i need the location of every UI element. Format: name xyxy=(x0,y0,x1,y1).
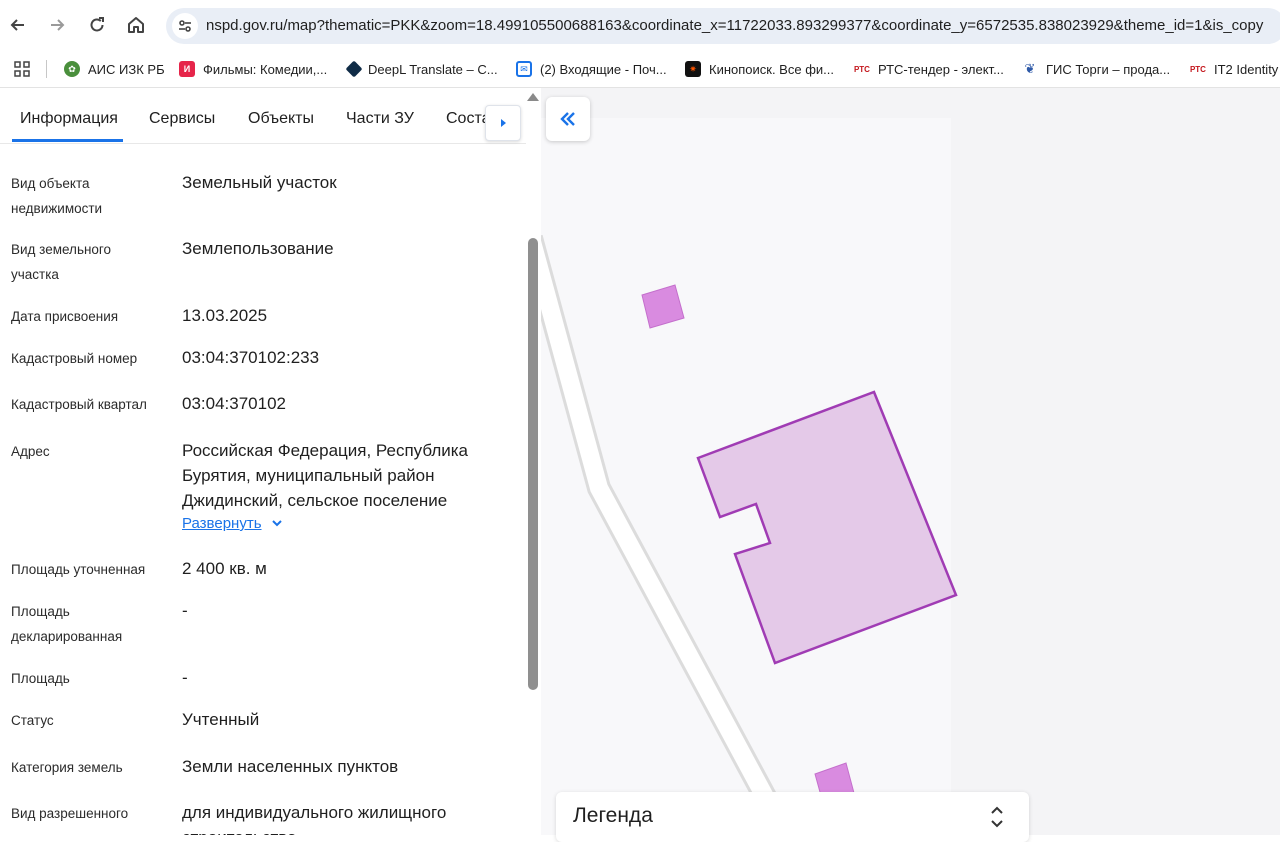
bookmark-0[interactable]: ✿ АИС ИЗК РБ xyxy=(64,57,165,81)
bookmark-7[interactable]: РТС IT2 Identity xyxy=(1190,57,1278,81)
label-assign-date: Дата присвоения xyxy=(11,309,119,324)
value-status: Учтенный xyxy=(182,710,260,729)
bookmarks-bar: ✿ АИС ИЗК РБ И Фильмы: Комедии,... DeepL… xyxy=(0,50,1280,88)
apps-button[interactable] xyxy=(14,57,30,81)
home-icon xyxy=(128,17,144,33)
forward-button[interactable] xyxy=(44,12,70,38)
bookmark-label: ГИС Торги – прода... xyxy=(1046,61,1171,77)
bookmark-3[interactable]: ✉ (2) Входящие - Поч... xyxy=(516,57,667,81)
value-area-specified: 2 400 кв. м xyxy=(182,559,267,578)
rts-icon: РТС xyxy=(854,64,870,74)
kinopoisk-icon: ✷ xyxy=(685,61,701,77)
value-cadastral-number[interactable]: 03:04:370102:233 xyxy=(182,345,512,370)
apps-grid-icon xyxy=(14,61,30,77)
label-status: Статус xyxy=(11,713,54,728)
leaf-emblem-icon: ✿ xyxy=(64,61,80,77)
url-text: nspd.gov.ru/map?thematic=PKK&zoom=18.499… xyxy=(206,17,1264,34)
value-area: - xyxy=(182,668,188,687)
map-layer xyxy=(541,118,958,835)
scroll-up-arrow[interactable] xyxy=(527,93,539,101)
ivi-icon: И xyxy=(179,61,195,77)
tab-objects[interactable]: Объекты xyxy=(248,110,314,128)
bookmark-label: Фильмы: Комедии,... xyxy=(203,61,328,77)
rts-icon: РТС xyxy=(1190,64,1206,74)
home-button[interactable] xyxy=(123,12,149,38)
bookmark-label: DeepL Translate – C... xyxy=(368,61,498,77)
bookmark-1[interactable]: И Фильмы: Комедии,... xyxy=(179,57,327,81)
label-area-declared: Площадь декларированная xyxy=(11,604,123,644)
label-land-category: Категория земель xyxy=(11,760,123,775)
bookmark-4[interactable]: ✷ Кинопоиск. Все фи... xyxy=(685,57,834,81)
panel-tabs: Информация Сервисы Объекты Части ЗУ Сост… xyxy=(0,88,526,144)
bookmark-5[interactable]: РТС РТС-тендер - элект... xyxy=(854,57,1004,81)
label-cadastral-number: Кадастровый номер xyxy=(11,351,138,366)
tune-icon xyxy=(179,20,191,32)
label-parcel-type: Вид земельного участка xyxy=(11,242,112,282)
value-assign-date: 13.03.2025 xyxy=(182,306,268,325)
site-info-button[interactable] xyxy=(172,13,198,39)
expand-link[interactable]: Развернуть xyxy=(182,515,288,532)
label-object-type: Вид объекта недвижимости xyxy=(11,176,103,216)
tab-services[interactable]: Сервисы xyxy=(149,110,215,128)
legend-title: Легенда xyxy=(573,804,653,827)
map-canvas[interactable] xyxy=(541,88,1280,835)
label-address: Адрес xyxy=(11,444,50,459)
value-object-type: Земельный участок xyxy=(182,173,337,192)
label-area-specified: Площадь уточненная xyxy=(11,562,146,577)
bookmark-2[interactable]: DeepL Translate – C... xyxy=(345,57,498,81)
value-parcel-type: Землепользование xyxy=(182,239,334,258)
reload-button[interactable] xyxy=(84,12,110,38)
value-land-category: Земли населенных пунктов xyxy=(182,757,399,776)
deepl-icon xyxy=(345,60,363,78)
eagle-icon: ❦ xyxy=(1024,61,1036,76)
tab-composition[interactable]: Соста xyxy=(446,110,491,128)
reload-icon xyxy=(90,17,104,32)
arrow-right-icon xyxy=(51,19,65,31)
info-panel: Информация Сервисы Объекты Части ЗУ Сост… xyxy=(0,88,541,835)
bookmark-label: (2) Входящие - Поч... xyxy=(540,61,667,77)
label-cadastral-block: Кадастровый квартал xyxy=(11,397,147,412)
expand-label: Развернуть xyxy=(182,515,262,532)
collapse-panel-button[interactable] xyxy=(546,97,590,141)
value-area-declared: - xyxy=(182,601,188,620)
browser-toolbar: nspd.gov.ru/map?thematic=PKK&zoom=18.499… xyxy=(0,0,1280,50)
expand-collapse-icon[interactable] xyxy=(988,804,1006,830)
bookmark-6[interactable]: ❦ ГИС Торги – прода... xyxy=(1022,57,1171,81)
active-tab-indicator xyxy=(12,139,123,142)
label-permitted-use: Вид разрешенного xyxy=(11,806,129,821)
panel-scrollbar[interactable] xyxy=(528,238,538,690)
tab-parcel-parts[interactable]: Части ЗУ xyxy=(346,110,414,128)
double-chevron-left-icon xyxy=(560,112,575,126)
tabs-scroll-right-button[interactable] xyxy=(485,105,521,141)
value-address: Российская Федерация, Республика Бурятия… xyxy=(182,441,469,510)
tab-information[interactable]: Информация xyxy=(20,110,118,128)
address-bar[interactable]: nspd.gov.ru/map?thematic=PKK&zoom=18.499… xyxy=(166,8,1280,44)
caret-right-icon xyxy=(501,119,506,127)
bookmark-label: Кинопоиск. Все фи... xyxy=(709,61,834,77)
bookmark-label: РТС-тендер - элект... xyxy=(878,61,1004,77)
bookmarks-divider xyxy=(46,60,47,78)
mail-icon: ✉ xyxy=(516,61,532,77)
bookmark-label: АИС ИЗК РБ xyxy=(88,61,165,77)
value-cadastral-block[interactable]: 03:04:370102 xyxy=(182,391,512,416)
value-permitted-use: для индивидуального жилищного строительс… xyxy=(182,803,447,835)
bookmark-label: IT2 Identity xyxy=(1214,61,1279,77)
chevron-down-icon xyxy=(271,519,282,526)
label-area: Площадь xyxy=(11,671,70,686)
back-button[interactable] xyxy=(5,12,31,38)
arrow-left-icon xyxy=(10,19,24,31)
